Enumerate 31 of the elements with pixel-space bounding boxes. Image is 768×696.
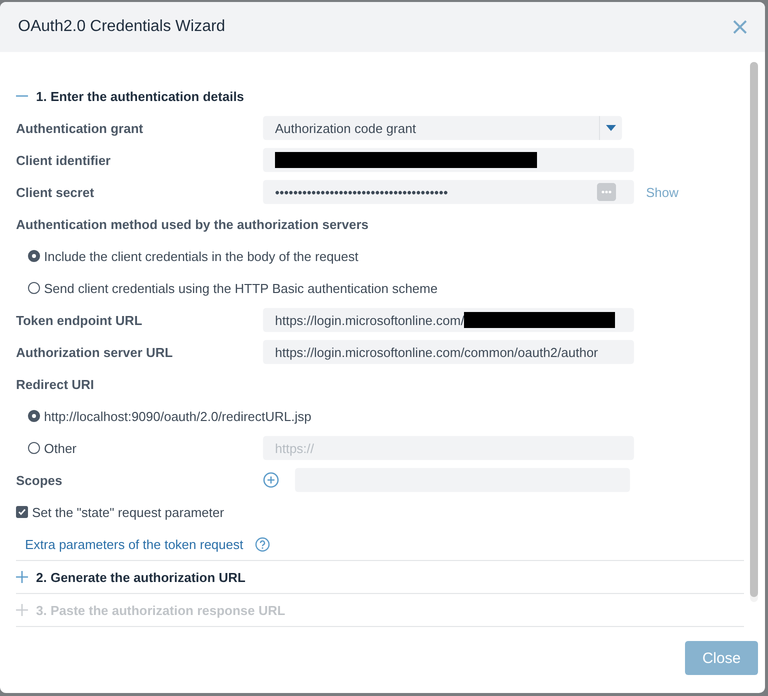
checkmark-icon [18, 508, 26, 516]
caret-icon [606, 125, 616, 131]
field-label: Authorization server URL [16, 344, 174, 360]
field-label: Token endpoint URL [16, 312, 144, 328]
input-field[interactable]: https://login.microsoftonline.com/ [263, 308, 634, 332]
group-label: Authentication method used by the authorization servers [16, 216, 368, 232]
section-header[interactable]: 1. Enter the authentication details [16, 80, 244, 112]
radio-option[interactable]: Other [16, 440, 263, 456]
section-header[interactable]: 2. Generate the authorization URL [16, 561, 246, 593]
input-field[interactable] [263, 148, 634, 172]
grant-dropdown[interactable]: Authorization code grant [263, 116, 622, 140]
radio-option[interactable]: Include the client credentials in the body of the request [16, 248, 364, 264]
help-icon[interactable] [255, 536, 270, 552]
plus-icon [16, 604, 28, 616]
password-field[interactable]: •••••••••••••••••••••••••••••••••••••• [263, 180, 634, 204]
add-icon[interactable] [263, 472, 279, 488]
close-icon[interactable] [733, 20, 747, 34]
input-field[interactable]: https://login.microsoftonline.com/common/oauth2/author [263, 340, 634, 364]
more-icon[interactable] [597, 183, 616, 201]
dialog-title: OAuth2.0 Credentials Wizard [18, 18, 226, 36]
group-label: Redirect URI [16, 376, 94, 392]
radio-option[interactable]: http://localhost:9090/oauth/2.0/redirectURL.jsp [16, 408, 318, 424]
extra-parameters-link[interactable]: Extra parameters of the token request [16, 536, 250, 552]
field-label: Client identifier [16, 152, 112, 168]
plus-icon [16, 571, 28, 583]
state-checkbox[interactable]: Set the "state" request parameter [16, 504, 224, 520]
field-label: Scopes [16, 472, 62, 488]
scrollbar-thumb[interactable] [750, 62, 758, 597]
field-label: Client secret [16, 184, 96, 200]
field-label: Authentication grant [16, 120, 144, 136]
radio-option[interactable]: Send client credentials using the HTTP Basic authentication scheme [16, 280, 444, 296]
